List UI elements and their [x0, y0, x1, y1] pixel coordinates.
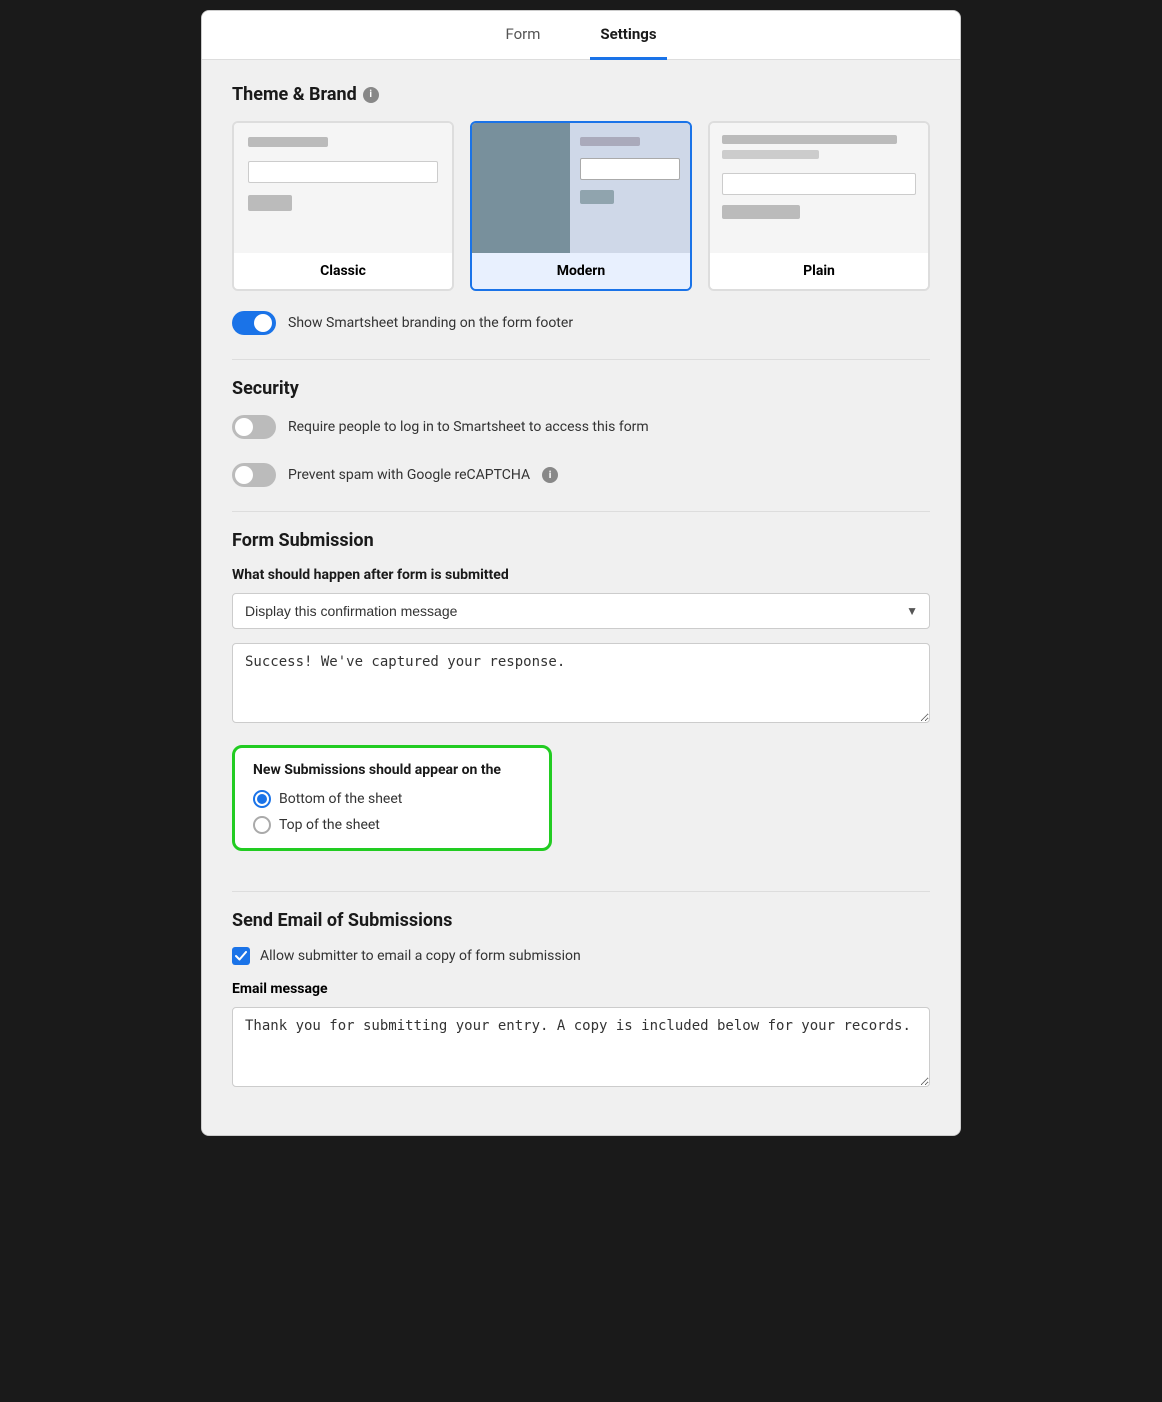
modern-bar1 [580, 137, 640, 146]
login-toggle[interactable] [232, 415, 276, 439]
modern-input [580, 158, 680, 180]
theme-brand-info-icon[interactable]: i [363, 87, 379, 103]
send-email-section: Send Email of Submissions Allow submitte… [232, 910, 930, 1091]
security-section: Security Require people to log in to Sma… [232, 378, 930, 487]
email-checkbox-row: Allow submitter to email a copy of form … [232, 947, 930, 965]
login-toggle-slider [232, 415, 276, 439]
radio-bottom-label: Bottom of the sheet [279, 791, 402, 807]
branding-toggle[interactable] [232, 311, 276, 335]
login-toggle-row: Require people to log in to Smartsheet t… [232, 415, 930, 439]
radio-bottom-row[interactable]: Bottom of the sheet [253, 790, 531, 808]
theme-card-modern[interactable]: Modern [470, 121, 692, 291]
send-email-title: Send Email of Submissions [232, 910, 930, 931]
radio-top-row[interactable]: Top of the sheet [253, 816, 531, 834]
classic-label: Classic [234, 253, 452, 289]
classic-preview [234, 123, 452, 253]
theme-brand-section: Theme & Brand i Classic [232, 84, 930, 335]
settings-content: Theme & Brand i Classic [202, 60, 960, 1135]
tab-form[interactable]: Form [495, 11, 550, 60]
checkmark-icon [235, 951, 247, 961]
modern-label: Modern [472, 253, 690, 289]
after-submit-label: What should happen after form is submitt… [232, 567, 930, 583]
divider-3 [232, 891, 930, 892]
plain-bar1 [722, 135, 897, 144]
radio-top-icon [253, 816, 271, 834]
captcha-info-icon[interactable]: i [542, 467, 558, 483]
radio-top-label: Top of the sheet [279, 817, 380, 833]
tab-settings[interactable]: Settings [590, 11, 666, 60]
captcha-toggle-slider [232, 463, 276, 487]
theme-card-classic[interactable]: Classic [232, 121, 454, 291]
modern-bar2 [580, 190, 614, 204]
modern-left-panel [472, 123, 570, 253]
email-message-label: Email message [232, 981, 930, 997]
classic-input [248, 161, 438, 183]
plain-bar3 [722, 205, 800, 219]
modern-preview [472, 123, 690, 253]
radio-bottom-icon [253, 790, 271, 808]
plain-input [722, 173, 916, 195]
captcha-toggle-label: Prevent spam with Google reCAPTCHA [288, 467, 530, 483]
captcha-toggle[interactable] [232, 463, 276, 487]
new-submissions-box: New Submissions should appear on the Bot… [232, 745, 552, 851]
form-submission-section: Form Submission What should happen after… [232, 530, 930, 871]
divider-1 [232, 359, 930, 360]
after-submit-select[interactable]: Display this confirmation message Redire… [232, 593, 930, 629]
security-title: Security [232, 378, 930, 399]
main-window: Form Settings Theme & Brand i Classic [201, 10, 961, 1136]
plain-label: Plain [710, 253, 928, 289]
confirmation-message-textarea[interactable]: Success! We've captured your response. [232, 643, 930, 723]
modern-right-panel [570, 123, 690, 253]
divider-2 [232, 511, 930, 512]
email-checkbox-label: Allow submitter to email a copy of form … [260, 948, 581, 964]
tab-bar: Form Settings [202, 11, 960, 60]
branding-toggle-label: Show Smartsheet branding on the form foo… [288, 315, 573, 331]
theme-card-plain[interactable]: Plain [708, 121, 930, 291]
login-toggle-label: Require people to log in to Smartsheet t… [288, 419, 649, 435]
form-submission-title: Form Submission [232, 530, 930, 551]
theme-brand-title: Theme & Brand i [232, 84, 930, 105]
email-message-textarea[interactable]: Thank you for submitting your entry. A c… [232, 1007, 930, 1087]
plain-preview [710, 123, 928, 253]
new-submissions-title: New Submissions should appear on the [253, 762, 531, 778]
classic-bar2 [248, 195, 292, 211]
email-checkbox[interactable] [232, 947, 250, 965]
plain-bar2 [722, 150, 819, 159]
theme-cards-container: Classic Modern [232, 121, 930, 291]
captcha-toggle-row: Prevent spam with Google reCAPTCHA i [232, 463, 930, 487]
branding-toggle-slider [232, 311, 276, 335]
after-submit-select-wrap: Display this confirmation message Redire… [232, 593, 930, 629]
classic-bar1 [248, 137, 328, 147]
branding-toggle-row: Show Smartsheet branding on the form foo… [232, 311, 930, 335]
